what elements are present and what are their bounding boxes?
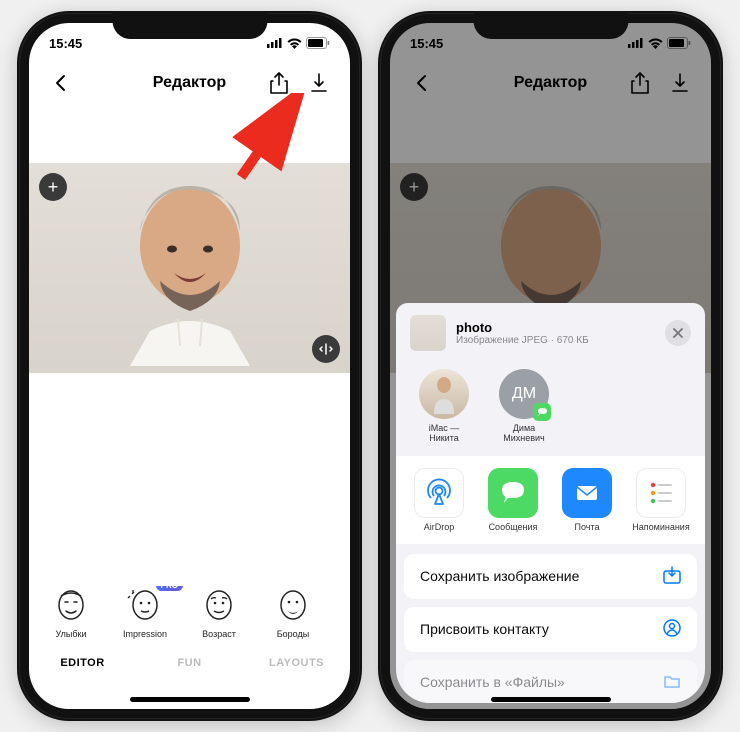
sheet-title: photo xyxy=(456,320,655,335)
photo-canvas[interactable]: + xyxy=(29,163,350,373)
filter-impression[interactable]: PRO Impression xyxy=(117,586,173,639)
face-beard-icon xyxy=(274,587,312,625)
screen-right: 15:45 Редактор + xyxy=(390,23,711,709)
notch xyxy=(112,11,267,39)
tab-fun[interactable]: FUN xyxy=(136,645,243,681)
notch xyxy=(473,11,628,39)
action-save-image[interactable]: Сохранить изображение xyxy=(404,554,697,599)
app-mail[interactable]: Почта xyxy=(558,468,616,532)
download-icon xyxy=(310,73,328,93)
sheet-header: photo Изображение JPEG · 670 КБ xyxy=(396,303,705,363)
filter-age[interactable]: Возраст xyxy=(191,586,247,639)
home-indicator[interactable] xyxy=(491,697,611,702)
contact-imac[interactable]: iMac — Никита xyxy=(414,369,474,444)
status-indicators xyxy=(267,37,330,49)
back-button[interactable] xyxy=(45,68,75,98)
face-icon xyxy=(52,587,90,625)
add-photo-button[interactable]: + xyxy=(39,173,67,201)
contact-icon xyxy=(663,619,681,637)
screen-left: 15:45 Редактор xyxy=(29,23,350,709)
compare-icon xyxy=(319,342,333,356)
face-hair-icon xyxy=(348,587,350,625)
messages-badge-icon xyxy=(533,403,551,421)
battery-icon xyxy=(306,37,330,49)
filter-row[interactable]: Улыбки PRO Impression Возраст Бороды Цве… xyxy=(29,586,350,639)
contacts-row: iMac — Никита ДМ Дима Михневич xyxy=(396,363,705,457)
app-messages[interactable]: Сообщения xyxy=(484,468,542,532)
save-image-icon xyxy=(663,566,681,584)
sheet-thumb xyxy=(410,315,446,351)
tabs: EDITOR FUN LAYOUTS xyxy=(29,645,350,681)
header: Редактор xyxy=(29,63,350,103)
mail-icon xyxy=(572,478,602,508)
phone-right: 15:45 Редактор + xyxy=(378,11,723,721)
share-icon xyxy=(270,72,288,94)
download-button[interactable] xyxy=(304,68,334,98)
wifi-icon xyxy=(287,38,302,49)
tab-layouts[interactable]: LAYOUTS xyxy=(243,645,350,681)
reminders-icon xyxy=(645,477,677,509)
photo-content xyxy=(110,171,270,366)
close-button[interactable] xyxy=(665,320,691,346)
compare-button[interactable] xyxy=(312,335,340,363)
phone-left: 15:45 Редактор xyxy=(17,11,362,721)
filter-beard[interactable]: Бороды xyxy=(265,586,321,639)
apps-row: AirDrop Сообщения Почта Напоминания За xyxy=(396,456,705,544)
folder-icon xyxy=(663,672,681,690)
share-sheet: photo Изображение JPEG · 670 КБ iMac — Н… xyxy=(396,303,705,703)
signal-icon xyxy=(267,38,283,48)
face-sparkle-icon xyxy=(126,587,164,625)
contact-dima[interactable]: ДМ Дима Михневич xyxy=(494,369,554,444)
person-icon xyxy=(430,374,458,414)
messages-icon xyxy=(498,478,528,508)
home-indicator[interactable] xyxy=(130,697,250,702)
chevron-left-icon xyxy=(54,74,66,92)
tab-editor[interactable]: EDITOR xyxy=(29,645,136,681)
face-age-icon xyxy=(200,587,238,625)
status-time: 15:45 xyxy=(49,36,82,51)
app-airdrop[interactable]: AirDrop xyxy=(410,468,468,532)
airdrop-icon xyxy=(422,476,456,510)
share-button[interactable] xyxy=(264,68,294,98)
pro-badge: PRO xyxy=(156,586,183,591)
close-icon xyxy=(673,328,683,338)
action-assign-contact[interactable]: Присвоить контакту xyxy=(404,607,697,652)
app-reminders[interactable]: Напоминания xyxy=(632,468,690,532)
sheet-meta: Изображение JPEG · 670 КБ xyxy=(456,335,655,346)
filter-haircolor[interactable]: Цвета в xyxy=(339,586,350,639)
filter-smiles[interactable]: Улыбки xyxy=(43,586,99,639)
